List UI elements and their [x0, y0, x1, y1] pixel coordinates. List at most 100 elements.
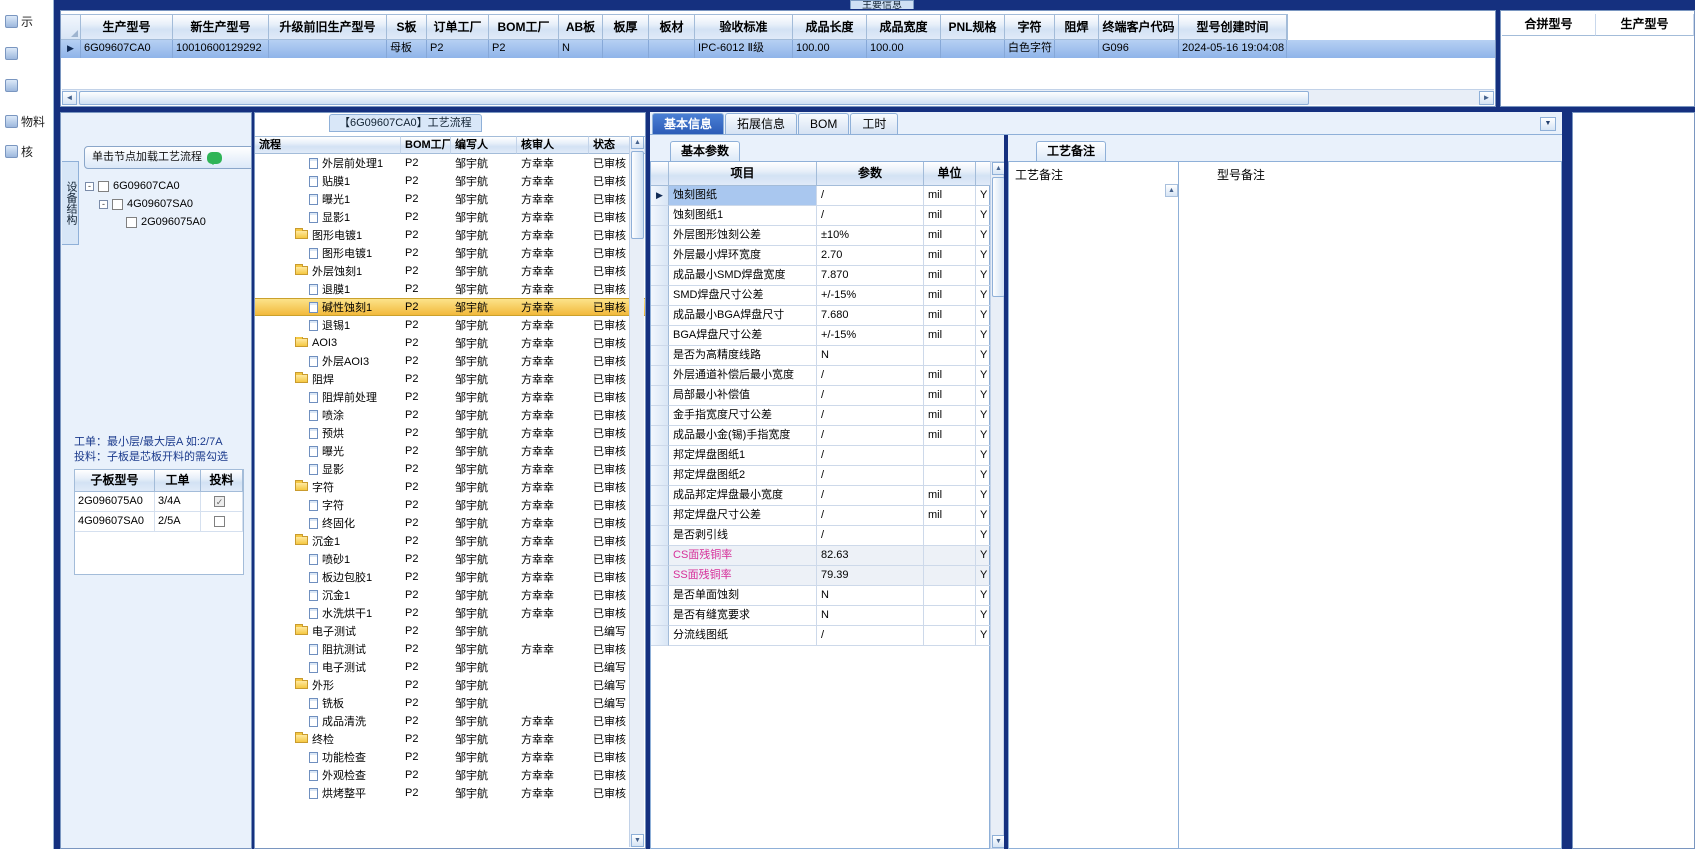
- grid-cell[interactable]: [1055, 40, 1099, 58]
- left-nav-item-1[interactable]: [5, 44, 53, 62]
- flow-row[interactable]: 成品清洗 P2 邹宇航 方幸幸 已审核: [255, 712, 645, 730]
- param-row[interactable]: 是否剥引线 / Y: [651, 526, 991, 546]
- grid-cell[interactable]: 10010600129292: [173, 40, 269, 58]
- param-row-selector[interactable]: [651, 446, 669, 466]
- param-row-selector[interactable]: [651, 366, 669, 386]
- column-header[interactable]: 终端客户代码: [1099, 14, 1179, 40]
- column-header[interactable]: 型号创建时间: [1179, 14, 1287, 40]
- param-row[interactable]: 外层图形蚀刻公差 ±10% mil Y: [651, 226, 991, 246]
- scroll-down-icon[interactable]: ▼: [992, 835, 1004, 848]
- column-header[interactable]: 阻焊: [1055, 14, 1099, 40]
- param-row[interactable]: 外层最小焊环宽度 2.70 mil Y: [651, 246, 991, 266]
- param-row[interactable]: 蚀刻图纸1/mil Y: [651, 206, 991, 226]
- tree-node[interactable]: - 6G09607CA0: [85, 177, 250, 195]
- column-header[interactable]: 板材: [649, 14, 695, 40]
- tab-BOM[interactable]: BOM: [798, 113, 850, 134]
- flow-row[interactable]: 显影 P2 邹宇航 方幸幸 已审核: [255, 460, 645, 478]
- param-row[interactable]: 分流线图纸 / Y: [651, 626, 991, 646]
- checkbox-icon[interactable]: [126, 216, 137, 228]
- param-value[interactable]: /: [817, 386, 924, 406]
- grid-cell[interactable]: G096: [1099, 40, 1179, 58]
- flow-row[interactable]: 沉金1 P2 邹宇航 方幸幸 已审核: [255, 586, 645, 604]
- flow-row[interactable]: 外层蚀刻1 P2 邹宇航 方幸幸 已审核: [255, 262, 645, 280]
- grid-cell[interactable]: 白色字符: [1005, 40, 1055, 58]
- subboard-column-header[interactable]: 工单: [155, 470, 201, 492]
- param-row-selector[interactable]: [651, 566, 669, 586]
- flow-row[interactable]: 显影1 P2 邹宇航 方幸幸 已审核: [255, 208, 645, 226]
- column-header[interactable]: AB板: [559, 14, 603, 40]
- flow-row[interactable]: 阻抗测试 P2 邹宇航 方幸幸 已审核: [255, 640, 645, 658]
- column-header[interactable]: BOM工厂: [489, 14, 559, 40]
- params-column-header[interactable]: 参数: [817, 162, 924, 186]
- grid-cell[interactable]: P2: [427, 40, 489, 58]
- flow-column-header[interactable]: BOM工厂: [401, 136, 451, 154]
- grid-cell[interactable]: N: [559, 40, 603, 58]
- grid-cell[interactable]: [649, 40, 695, 58]
- checkbox-icon[interactable]: [98, 180, 109, 192]
- tree-node[interactable]: 2G096075A0: [85, 213, 250, 231]
- collapse-icon[interactable]: -: [99, 199, 108, 209]
- param-row-selector[interactable]: [651, 506, 669, 526]
- param-row[interactable]: 局部最小补偿值 / mil Y: [651, 386, 991, 406]
- param-row[interactable]: 是否有缝宽要求 N Y: [651, 606, 991, 626]
- scroll-right-icon[interactable]: ►: [1479, 91, 1494, 105]
- flow-column-header[interactable]: 流程: [255, 136, 401, 154]
- param-value[interactable]: N: [817, 606, 924, 626]
- grid-cell[interactable]: P2: [489, 40, 559, 58]
- flow-row[interactable]: 电子测试 P2 邹宇航 已编写: [255, 658, 645, 676]
- subboard-row[interactable]: 4G09607SA0 2/5A: [75, 512, 243, 532]
- param-value[interactable]: /: [817, 186, 924, 206]
- grid-cell[interactable]: 母板: [387, 40, 427, 58]
- column-header[interactable]: 验收标准: [695, 14, 793, 40]
- flow-row[interactable]: 烘烤整平 P2 邹宇航 方幸幸 已审核: [255, 784, 645, 802]
- param-row[interactable]: 成品最小SMD焊盘宽度 7.870 mil Y: [651, 266, 991, 286]
- param-row-selector[interactable]: [651, 386, 669, 406]
- flow-row[interactable]: 外层前处理1 P2 邹宇航 方幸幸 已审核: [255, 154, 645, 172]
- column-header[interactable]: 新生产型号: [173, 14, 269, 40]
- tab-拓展信息[interactable]: 拓展信息: [725, 113, 798, 134]
- flow-row[interactable]: 铣板 P2 邹宇航 已编写: [255, 694, 645, 712]
- param-value[interactable]: 7.680: [817, 306, 924, 326]
- model-grid-selected-row[interactable]: ▶ 6G09607CA0 10010600129292 母板 P2 P2 N IPC-6012…: [61, 40, 1495, 58]
- param-row-selector[interactable]: [651, 586, 669, 606]
- scrollbar-thumb[interactable]: [631, 151, 644, 239]
- scroll-down-icon[interactable]: ▼: [631, 834, 644, 847]
- scroll-left-icon[interactable]: ◄: [62, 91, 77, 105]
- flow-row[interactable]: 外层AOI3 P2 邹宇航 方幸幸 已审核: [255, 352, 645, 370]
- param-value[interactable]: N: [817, 586, 924, 606]
- column-header[interactable]: 成品宽度: [867, 14, 941, 40]
- flow-row[interactable]: 外形 P2 邹宇航 已编写: [255, 676, 645, 694]
- left-nav-item-2[interactable]: [5, 76, 53, 94]
- column-header[interactable]: 成品长度: [793, 14, 867, 40]
- left-nav-item-3[interactable]: 物料: [5, 112, 53, 130]
- scrollbar-thumb[interactable]: [79, 91, 1309, 105]
- flow-row[interactable]: 电子测试 P2 邹宇航 已编写: [255, 622, 645, 640]
- flow-row[interactable]: 贴膜1 P2 邹宇航 方幸幸 已审核: [255, 172, 645, 190]
- param-row[interactable]: SS面残铜率 79.39 Y: [651, 566, 991, 586]
- column-header[interactable]: S板: [387, 14, 427, 40]
- param-row-selector[interactable]: [651, 326, 669, 346]
- flow-row[interactable]: 曝光1 P2 邹宇航 方幸幸 已审核: [255, 190, 645, 208]
- flow-vertical-scrollbar[interactable]: ▲ ▼: [629, 136, 644, 847]
- column-header[interactable]: PNL规格: [941, 14, 1005, 40]
- flow-row[interactable]: 曝光 P2 邹宇航 方幸幸 已审核: [255, 442, 645, 460]
- top-tab-fragment[interactable]: 主要信息: [850, 0, 914, 9]
- param-value[interactable]: ±10%: [817, 226, 924, 246]
- param-row-selector[interactable]: [651, 606, 669, 626]
- param-row[interactable]: 是否为高精度线路 N Y: [651, 346, 991, 366]
- param-row-selector[interactable]: [651, 346, 669, 366]
- param-row-selector[interactable]: [651, 426, 669, 446]
- param-row[interactable]: 外层通道补偿后最小宽度 / mil Y: [651, 366, 991, 386]
- checkbox-icon[interactable]: [112, 198, 123, 210]
- param-row[interactable]: ▶ 蚀刻图纸 / mil Y: [651, 186, 991, 206]
- param-value[interactable]: 7.870: [817, 266, 924, 286]
- param-row[interactable]: 邦定焊盘图纸1/ Y: [651, 446, 991, 466]
- param-value[interactable]: /: [817, 526, 924, 546]
- tabbar-dropdown-icon[interactable]: ▼: [1540, 117, 1556, 131]
- param-value[interactable]: /: [817, 366, 924, 386]
- param-row[interactable]: SMD焊盘尺寸公差 +/-15% mil Y: [651, 286, 991, 306]
- flow-row[interactable]: 阻焊前处理 P2 邹宇航 方幸幸 已审核: [255, 388, 645, 406]
- param-row-selector[interactable]: [651, 306, 669, 326]
- param-row[interactable]: 邦定焊盘图纸2/ Y: [651, 466, 991, 486]
- tab-structure-vertical[interactable]: 设备结构: [62, 161, 79, 245]
